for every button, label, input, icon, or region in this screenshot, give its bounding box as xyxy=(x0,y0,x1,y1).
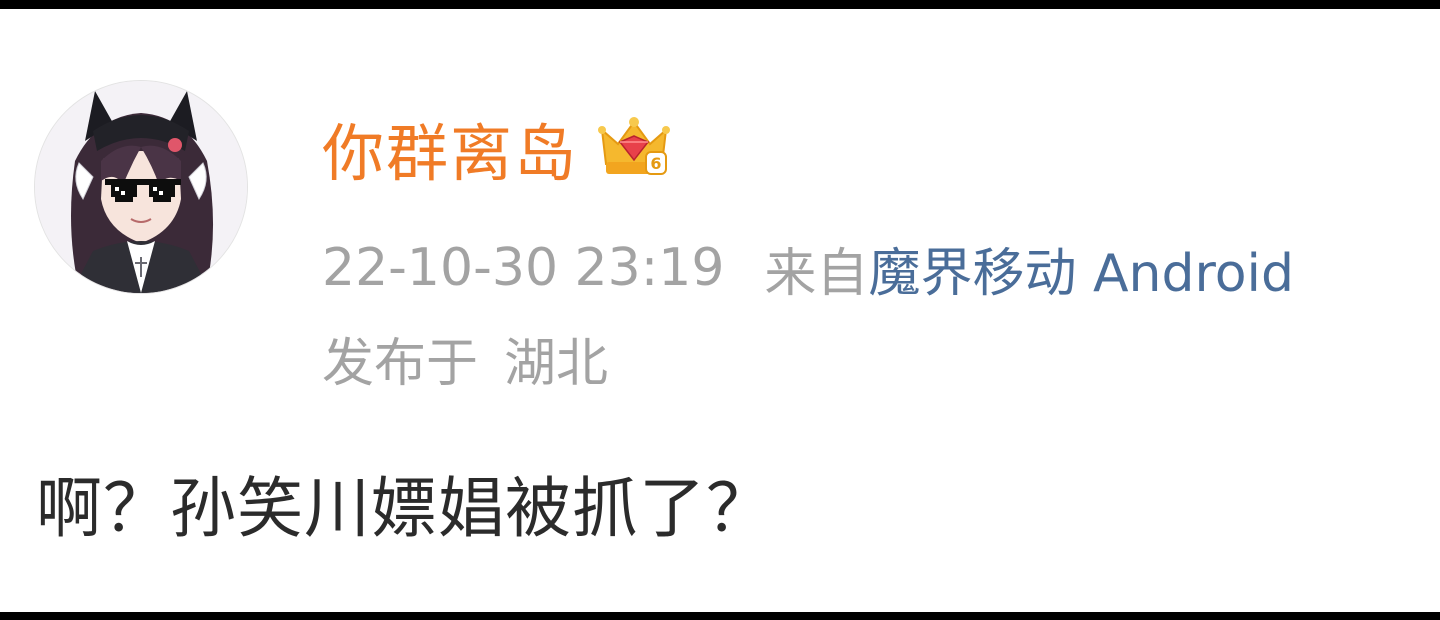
post-content: 啊？孙笑川嫖娼被抓了？ xyxy=(36,470,773,547)
post-location: 发布于 湖北 xyxy=(322,321,608,395)
username-row: 你群离岛 6 xyxy=(322,103,671,193)
post-timestamp: 22-10-30 23:19 xyxy=(322,238,725,298)
location-prefix: 发布于 xyxy=(322,333,479,394)
crown-icon[interactable]: 6 xyxy=(598,112,671,184)
avatar[interactable] xyxy=(34,80,248,294)
source-link[interactable]: 魔界移动 Android xyxy=(868,231,1294,306)
vip-level-label: 6 xyxy=(650,154,661,173)
bottom-edge-bar xyxy=(0,612,1440,620)
post-meta: 22-10-30 23:19 来自 魔界移动 Android xyxy=(322,231,1294,305)
source-prefix: 来自 xyxy=(764,243,869,304)
top-edge-bar xyxy=(0,0,1440,9)
avatar-illustration xyxy=(35,81,247,293)
username[interactable]: 你群离岛 xyxy=(322,103,578,193)
location-value: 湖北 xyxy=(504,333,609,394)
weibo-post: 你群离岛 6 22-10-30 23:19 来自 魔界移动 Android 发布… xyxy=(0,9,1440,612)
